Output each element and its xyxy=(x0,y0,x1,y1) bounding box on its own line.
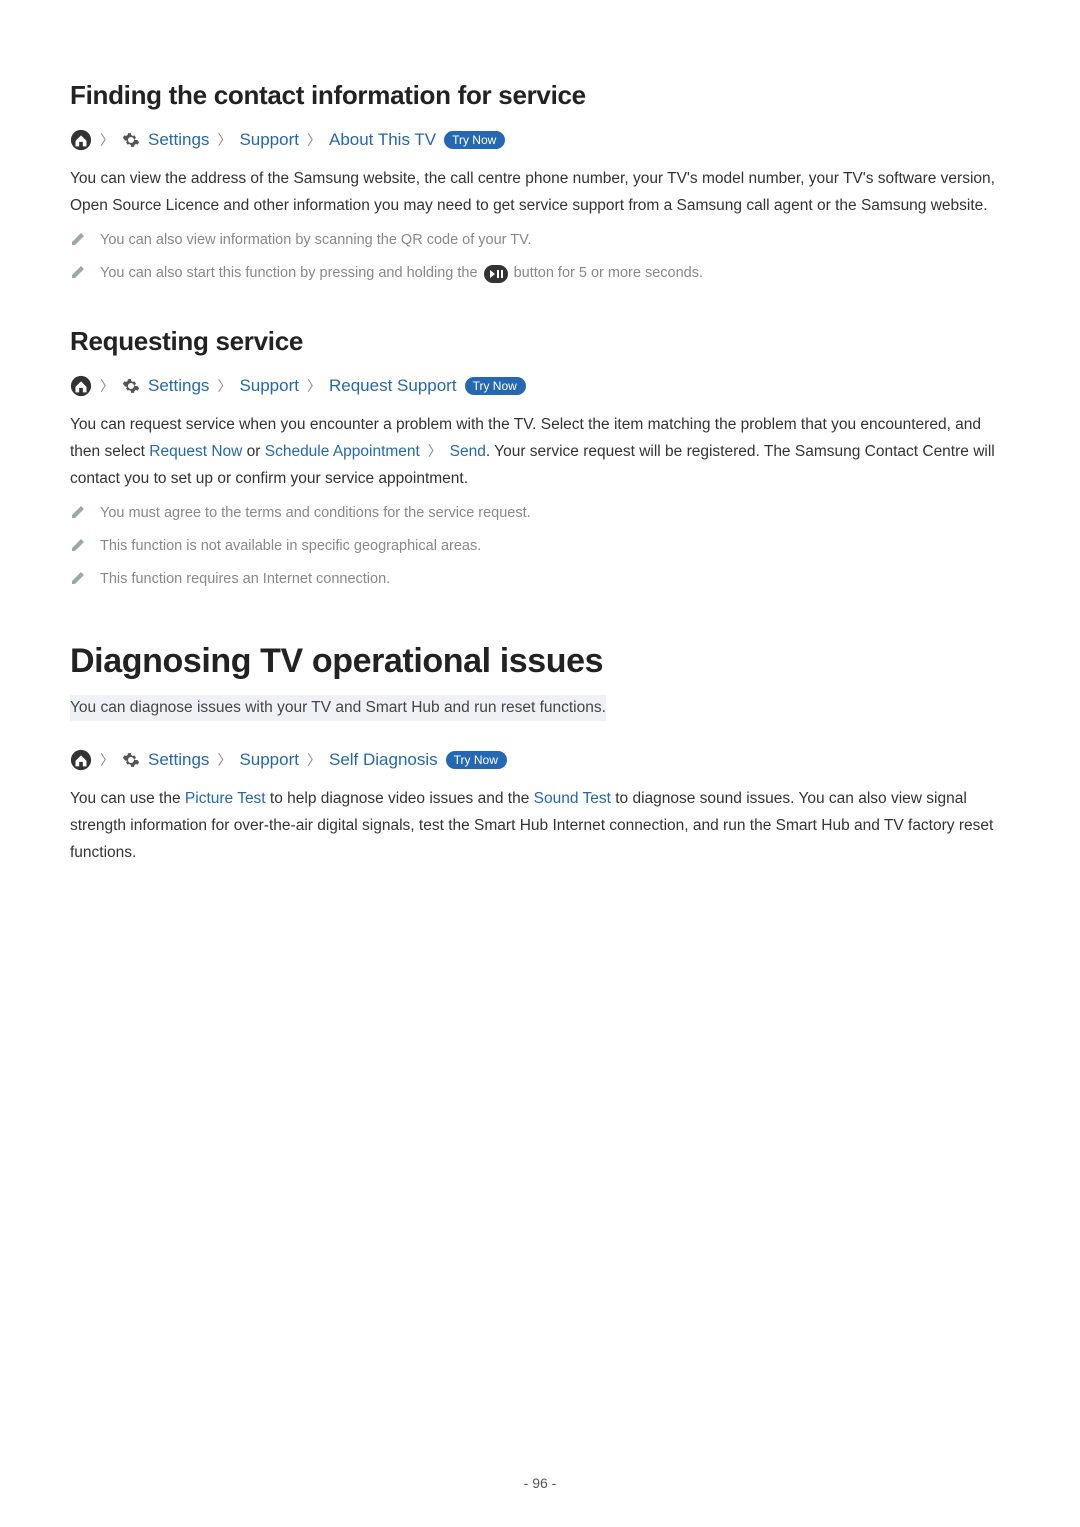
breadcrumb-settings[interactable]: Settings xyxy=(148,750,209,770)
note-text-b: button for 5 or more seconds. xyxy=(510,265,703,281)
section-requesting-service: Requesting service 〉 Settings 〉 Support … xyxy=(70,326,1010,592)
pencil-icon xyxy=(70,570,86,586)
section-finding-contact-info: Finding the contact information for serv… xyxy=(70,80,1010,286)
body-finding-contact: You can view the address of the Samsung … xyxy=(70,165,1010,219)
try-now-badge[interactable]: Try Now xyxy=(446,751,507,769)
chevron-right-icon: 〉 xyxy=(100,750,114,770)
heading-requesting-service: Requesting service xyxy=(70,326,1010,357)
chevron-right-icon: 〉 xyxy=(100,376,114,396)
breadcrumb-self-diagnosis: 〉 Settings 〉 Support 〉 Self Diagnosis Tr… xyxy=(70,749,1010,771)
breadcrumb-settings[interactable]: Settings xyxy=(148,130,209,150)
play-pause-button-icon xyxy=(484,265,508,283)
subtitle-diagnosing: You can diagnose issues with your TV and… xyxy=(70,695,606,721)
body-text-b: or xyxy=(242,443,264,460)
pencil-icon xyxy=(70,264,86,280)
chevron-right-icon: 〉 xyxy=(217,130,231,150)
gear-icon xyxy=(122,131,140,149)
note-internet: This function requires an Internet conne… xyxy=(70,568,1010,591)
link-send[interactable]: Send xyxy=(450,443,486,460)
gear-icon xyxy=(122,377,140,395)
chevron-right-icon: 〉 xyxy=(100,130,114,150)
note-text: You can also start this function by pres… xyxy=(100,262,703,285)
breadcrumb-request-support[interactable]: Request Support xyxy=(329,376,457,396)
chevron-right-icon: 〉 xyxy=(424,443,446,459)
try-now-badge[interactable]: Try Now xyxy=(465,377,526,395)
breadcrumb-request-support: 〉 Settings 〉 Support 〉 Request Support T… xyxy=(70,375,1010,397)
breadcrumb-about-this-tv: 〉 Settings 〉 Support 〉 About This TV Try… xyxy=(70,129,1010,151)
section-diagnosing: Diagnosing TV operational issues You can… xyxy=(70,642,1010,867)
note-text-a: You can also start this function by pres… xyxy=(100,265,482,281)
chevron-right-icon: 〉 xyxy=(307,376,321,396)
breadcrumb-support[interactable]: Support xyxy=(239,130,299,150)
note-geo: This function is not available in specif… xyxy=(70,535,1010,558)
link-request-now[interactable]: Request Now xyxy=(149,443,242,460)
heading-diagnosing: Diagnosing TV operational issues xyxy=(70,642,1010,681)
link-schedule-appointment[interactable]: Schedule Appointment xyxy=(265,443,420,460)
link-picture-test[interactable]: Picture Test xyxy=(185,790,266,807)
pencil-icon xyxy=(70,504,86,520)
breadcrumb-support[interactable]: Support xyxy=(239,376,299,396)
note-qr-code: You can also view information by scannin… xyxy=(70,229,1010,252)
pencil-icon xyxy=(70,537,86,553)
home-icon xyxy=(70,375,92,397)
body-diagnosing: You can use the Picture Test to help dia… xyxy=(70,785,1010,866)
home-icon xyxy=(70,749,92,771)
breadcrumb-self-diagnosis[interactable]: Self Diagnosis xyxy=(329,750,438,770)
chevron-right-icon: 〉 xyxy=(217,376,231,396)
link-sound-test[interactable]: Sound Test xyxy=(534,790,611,807)
note-text: This function requires an Internet conne… xyxy=(100,568,390,591)
gear-icon xyxy=(122,751,140,769)
heading-finding-contact: Finding the contact information for serv… xyxy=(70,80,1010,111)
chevron-right-icon: 〉 xyxy=(217,750,231,770)
note-terms: You must agree to the terms and conditio… xyxy=(70,502,1010,525)
note-text: You must agree to the terms and conditio… xyxy=(100,502,531,525)
chevron-right-icon: 〉 xyxy=(307,750,321,770)
body-text-b: to help diagnose video issues and the xyxy=(266,790,534,807)
breadcrumb-support[interactable]: Support xyxy=(239,750,299,770)
note-text: This function is not available in specif… xyxy=(100,535,481,558)
body-text-a: You can use the xyxy=(70,790,185,807)
page-number: - 96 - xyxy=(0,1475,1080,1491)
body-requesting-service: You can request service when you encount… xyxy=(70,411,1010,492)
note-text: You can also view information by scannin… xyxy=(100,229,532,252)
try-now-badge[interactable]: Try Now xyxy=(444,131,505,149)
note-hold-button: You can also start this function by pres… xyxy=(70,262,1010,285)
breadcrumb-about-tv[interactable]: About This TV xyxy=(329,130,436,150)
breadcrumb-settings[interactable]: Settings xyxy=(148,376,209,396)
chevron-right-icon: 〉 xyxy=(307,130,321,150)
home-icon xyxy=(70,129,92,151)
pencil-icon xyxy=(70,231,86,247)
